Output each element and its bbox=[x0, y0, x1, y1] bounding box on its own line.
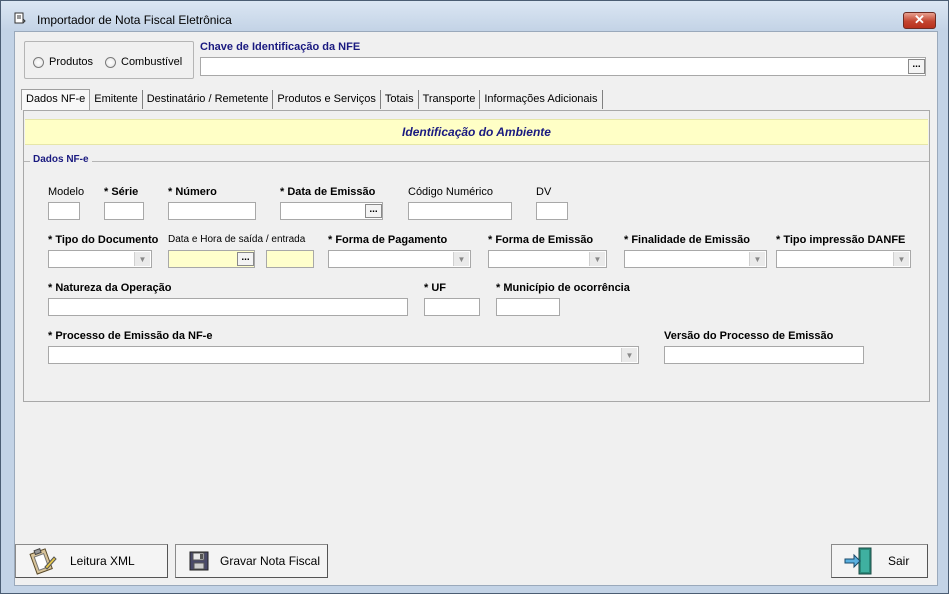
exit-door-icon bbox=[842, 546, 876, 576]
finalidade-emissao-label: * Finalidade de Emissão bbox=[624, 234, 750, 246]
municipio-label: * Município de ocorrência bbox=[496, 282, 630, 294]
leitura-xml-button[interactable]: Leitura XML bbox=[15, 544, 168, 578]
data-emissao-picker-button[interactable]: ... bbox=[365, 204, 382, 218]
radio-produtos[interactable]: Produtos bbox=[33, 56, 93, 68]
forma-pagamento-label: * Forma de Pagamento bbox=[328, 234, 448, 246]
nfe-key-input[interactable] bbox=[200, 57, 926, 76]
nfe-key-label: Chave de Identificação da NFE bbox=[200, 41, 361, 53]
window-title: Importador de Nota Fiscal Eletrônica bbox=[37, 13, 232, 27]
natureza-operacao-input[interactable] bbox=[48, 298, 408, 316]
data-hora-saida-label: Data e Hora de saída / entrada bbox=[168, 234, 306, 245]
tipo-impressao-label: * Tipo impressão DANFE bbox=[776, 234, 906, 246]
forma-emissao-label: * Forma de Emissão bbox=[488, 234, 594, 246]
group-caption: Dados NF-e bbox=[30, 154, 92, 165]
uf-input[interactable] bbox=[424, 298, 480, 316]
radio-circle-icon bbox=[33, 56, 44, 68]
data-emissao-label: * Data de Emissão bbox=[280, 186, 376, 198]
leitura-xml-label: Leitura XML bbox=[70, 554, 135, 568]
gravar-nota-button[interactable]: Gravar Nota Fiscal bbox=[175, 544, 328, 578]
tab-totais[interactable]: Totais bbox=[381, 90, 419, 109]
natureza-operacao-label: * Natureza da Operação bbox=[48, 282, 172, 294]
tab-informacoes-adicionais[interactable]: Informações Adicionais bbox=[480, 90, 603, 109]
serie-input[interactable] bbox=[104, 202, 144, 220]
sair-button[interactable]: Sair bbox=[831, 544, 928, 578]
main-window: Importador de Nota Fiscal Eletrônica ✕ P… bbox=[0, 0, 949, 594]
uf-label: * UF bbox=[424, 282, 446, 294]
codigo-numerico-input[interactable] bbox=[408, 202, 512, 220]
title-bar[interactable]: Importador de Nota Fiscal Eletrônica ✕ bbox=[1, 1, 948, 31]
chevron-down-icon: ▼ bbox=[621, 348, 637, 362]
radio-combustivel-label: Combustível bbox=[121, 56, 183, 68]
versao-processo-label: Versão do Processo de Emissão bbox=[664, 330, 834, 342]
municipio-input[interactable] bbox=[496, 298, 560, 316]
radio-combustivel[interactable]: Combustível bbox=[105, 56, 182, 68]
radio-produtos-label: Produtos bbox=[49, 56, 94, 68]
gravar-nota-label: Gravar Nota Fiscal bbox=[220, 554, 321, 568]
dv-label: DV bbox=[536, 186, 552, 198]
radio-circle-icon bbox=[105, 56, 116, 68]
data-saida-picker-button[interactable]: ... bbox=[237, 252, 254, 266]
forma-pagamento-select[interactable]: ▼ bbox=[328, 250, 471, 268]
section-header: Identificação do Ambiente bbox=[25, 119, 928, 145]
tab-dados-nfe[interactable]: Dados NF-e bbox=[21, 89, 91, 110]
sair-label: Sair bbox=[888, 554, 910, 568]
chevron-down-icon: ▼ bbox=[453, 252, 469, 266]
numero-label: * Número bbox=[168, 186, 217, 198]
tipo-documento-label: * Tipo do Documento bbox=[48, 234, 159, 246]
close-icon: ✕ bbox=[914, 12, 925, 27]
document-icon bbox=[14, 12, 26, 24]
versao-processo-input[interactable] bbox=[664, 346, 864, 364]
nfe-key-browse-button[interactable]: ... bbox=[908, 59, 925, 74]
tab-destinatario[interactable]: Destinatário / Remetente bbox=[143, 90, 274, 109]
serie-label: * Série bbox=[104, 186, 139, 198]
floppy-disk-icon bbox=[182, 546, 216, 576]
tab-transporte[interactable]: Transporte bbox=[419, 90, 481, 109]
processo-emissao-select[interactable]: ▼ bbox=[48, 346, 639, 364]
chevron-down-icon: ▼ bbox=[134, 252, 150, 266]
hora-saida-input[interactable] bbox=[266, 250, 314, 268]
forma-emissao-select[interactable]: ▼ bbox=[488, 250, 607, 268]
close-button[interactable]: ✕ bbox=[903, 12, 936, 29]
codigo-numerico-label: Código Numérico bbox=[408, 186, 493, 198]
finalidade-emissao-select[interactable]: ▼ bbox=[624, 250, 767, 268]
tab-strip: Dados NF-e Emitente Destinatário / Remet… bbox=[21, 89, 603, 110]
product-type-group: Produtos Combustível bbox=[24, 41, 194, 79]
tab-panel-dados-nfe: Identificação do Ambiente Dados NF-e Mod… bbox=[23, 110, 930, 402]
processo-emissao-label: * Processo de Emissão da NF-e bbox=[48, 330, 213, 342]
chevron-down-icon: ▼ bbox=[749, 252, 765, 266]
modelo-label: Modelo bbox=[48, 186, 85, 198]
chevron-down-icon: ▼ bbox=[589, 252, 605, 266]
chevron-down-icon: ▼ bbox=[893, 252, 909, 266]
numero-input[interactable] bbox=[168, 202, 256, 220]
tab-produtos-servicos[interactable]: Produtos e Serviços bbox=[273, 90, 381, 109]
dv-input[interactable] bbox=[536, 202, 568, 220]
tab-emitente[interactable]: Emitente bbox=[90, 90, 143, 109]
client-area: Produtos Combustível Chave de Identifica… bbox=[14, 31, 938, 586]
modelo-input[interactable] bbox=[48, 202, 80, 220]
clipboard-icon bbox=[26, 546, 60, 576]
tipo-impressao-select[interactable]: ▼ bbox=[776, 250, 911, 268]
tipo-documento-select[interactable]: ▼ bbox=[48, 250, 152, 268]
